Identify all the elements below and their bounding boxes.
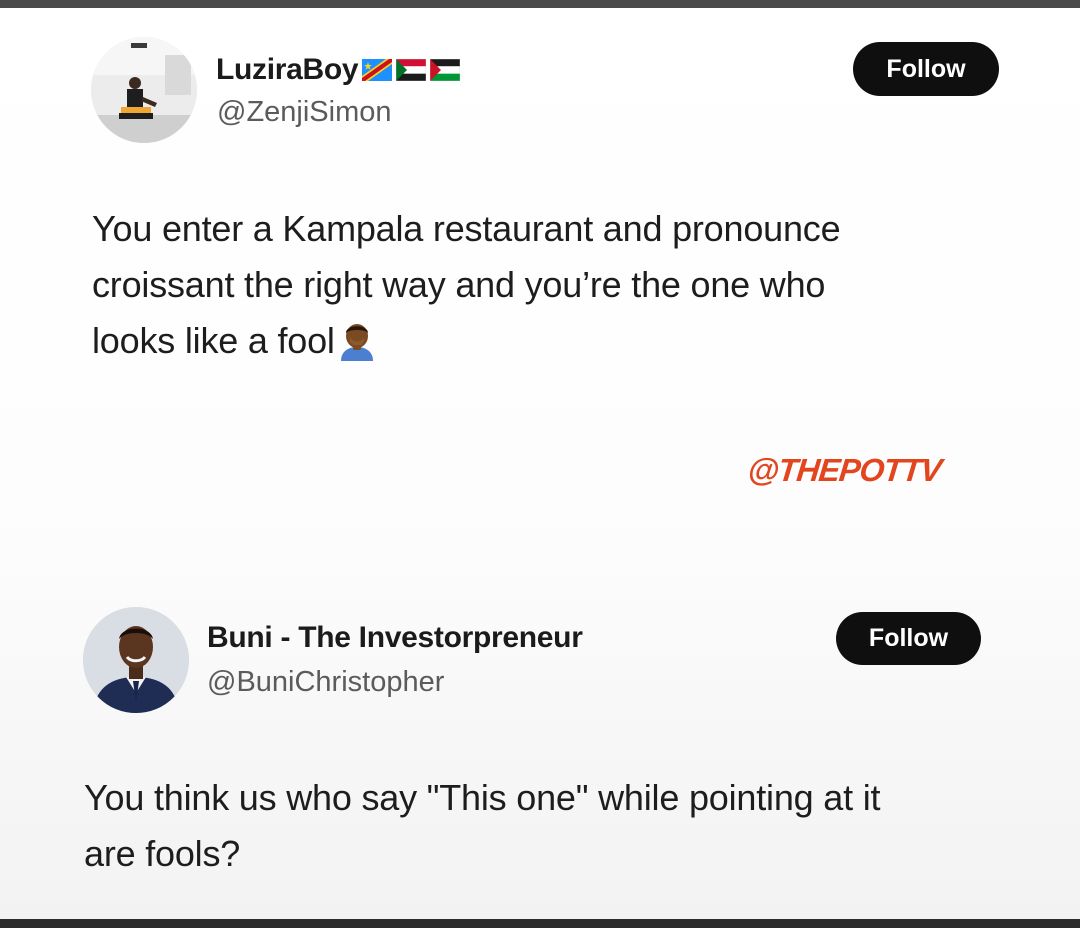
top-edge-bar: [0, 0, 1080, 8]
author-handle[interactable]: @BuniChristopher: [207, 666, 444, 699]
person-facepalming-emoji: [337, 321, 377, 361]
display-name[interactable]: Buni - The Investorpreneur: [207, 621, 583, 655]
avatar-luziraboy[interactable]: [91, 37, 197, 143]
display-name[interactable]: LuziraBoy: [216, 53, 359, 87]
tweet-body: You think us who say "This one" while po…: [84, 770, 1014, 882]
tweet-line: looks like a fool: [92, 320, 335, 361]
author-name-row: Buni - The Investorpreneur: [207, 618, 583, 658]
tweet-line: You think us who say "This one" while po…: [84, 777, 881, 818]
tweet-line: are fools?: [84, 833, 241, 874]
flag-sudan-icon: [396, 59, 427, 81]
flag-dr-congo-icon: [362, 59, 393, 81]
watermark-thepottv: @THEPOTTV: [746, 452, 943, 488]
bottom-edge-bar: [0, 919, 1080, 928]
flag-palestine-icon: [430, 59, 461, 81]
avatar-buni[interactable]: [83, 607, 189, 713]
author-name-row: LuziraBoy: [216, 50, 461, 90]
tweet-line: croissant the right way and you’re the o…: [92, 264, 826, 305]
author-handle[interactable]: @ZenjiSimon: [217, 96, 392, 129]
follow-button[interactable]: Follow: [853, 42, 999, 96]
tweet-body: You enter a Kampala restaurant and prono…: [92, 201, 992, 369]
tweet-line: You enter a Kampala restaurant and prono…: [92, 208, 841, 249]
tweet-line-with-emoji: looks like a fool: [92, 313, 992, 369]
follow-button[interactable]: Follow: [836, 612, 981, 665]
